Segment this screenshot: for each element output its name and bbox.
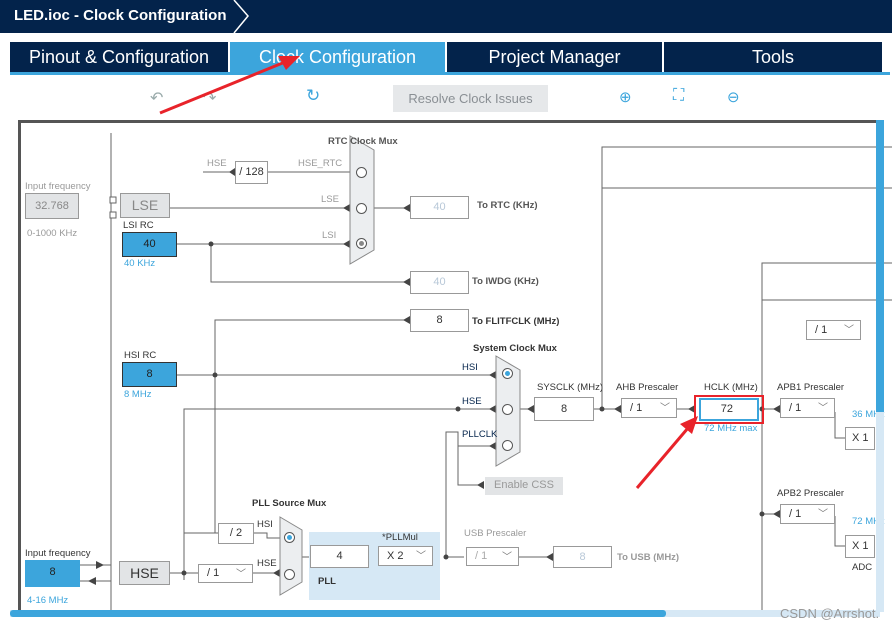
- annotation-arrows: [159, 56, 698, 489]
